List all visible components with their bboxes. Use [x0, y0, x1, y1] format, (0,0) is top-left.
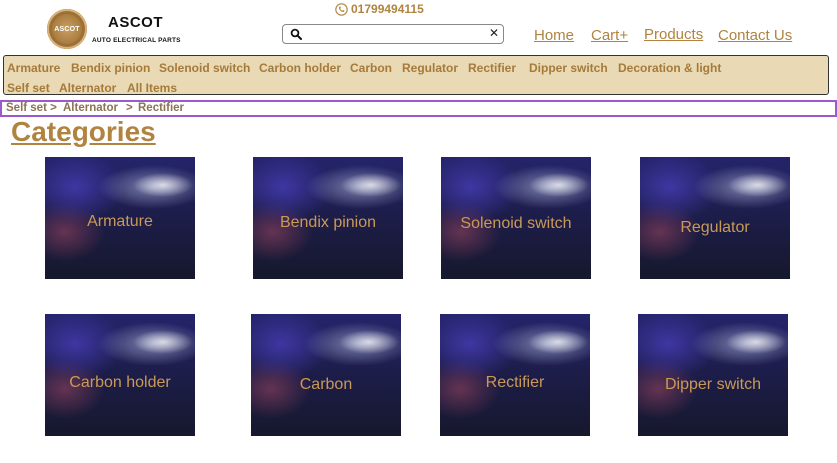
- category-card[interactable]: Carbon: [251, 314, 401, 436]
- nav-products[interactable]: Products: [644, 26, 703, 43]
- nav-contact[interactable]: Contact Us: [718, 27, 792, 44]
- category-card[interactable]: Bendix pinion: [253, 157, 403, 279]
- category-card-label: Regulator: [680, 219, 750, 236]
- category-link[interactable]: Alternator: [59, 81, 116, 95]
- category-link[interactable]: Decoration & light: [618, 61, 721, 75]
- category-link[interactable]: Dipper switch: [529, 61, 608, 75]
- category-link[interactable]: Self set: [7, 81, 50, 95]
- breadcrumb-alternator[interactable]: Alternator: [63, 102, 118, 114]
- category-card-label: Armature: [87, 213, 153, 230]
- category-card-label: Solenoid switch: [460, 215, 572, 232]
- category-card[interactable]: Armature: [45, 157, 195, 279]
- logo-text: ASCOT: [54, 25, 80, 33]
- category-card-label: Carbon: [299, 376, 353, 393]
- nav-home[interactable]: Home: [534, 27, 574, 44]
- category-bar: Armature Bendix pinion Solenoid switch C…: [3, 55, 829, 95]
- category-link[interactable]: Rectifier: [468, 61, 516, 75]
- category-card-label: Rectifier: [485, 374, 545, 391]
- category-card[interactable]: Dipper switch: [638, 314, 788, 436]
- category-card-label: Dipper switch: [664, 376, 762, 393]
- category-card[interactable]: Regulator: [640, 157, 790, 279]
- breadcrumb: Self set > Alternator > Rectifier: [0, 100, 837, 117]
- search-input[interactable]: [307, 26, 487, 42]
- category-card[interactable]: Carbon holder: [45, 314, 195, 436]
- category-link[interactable]: Solenoid switch: [159, 61, 250, 75]
- search-box[interactable]: ✕: [282, 24, 504, 44]
- brand-name: ASCOT: [108, 14, 163, 31]
- brand-logo[interactable]: ASCOT: [47, 9, 87, 49]
- category-link[interactable]: Carbon: [350, 61, 392, 75]
- category-card-label: Carbon holder: [69, 374, 171, 391]
- phone-contact[interactable]: 01799494115: [335, 2, 424, 16]
- category-link[interactable]: Bendix pinion: [71, 61, 150, 75]
- brand-subtitle: AUTO ELECTRICAL PARTS: [92, 37, 181, 44]
- nav-cart[interactable]: Cart+: [591, 27, 628, 44]
- breadcrumb-rectifier: Rectifier: [138, 102, 185, 114]
- category-card[interactable]: Rectifier: [440, 314, 590, 436]
- category-card[interactable]: Solenoid switch: [441, 157, 591, 279]
- breadcrumb-self-set[interactable]: Self set >: [6, 102, 57, 114]
- breadcrumb-separator: >: [126, 102, 133, 114]
- category-link[interactable]: Carbon holder: [259, 61, 341, 75]
- search-icon[interactable]: [290, 28, 302, 40]
- clear-icon[interactable]: ✕: [489, 26, 499, 40]
- phone-number: 01799494115: [351, 2, 424, 16]
- category-link[interactable]: Armature: [7, 61, 60, 75]
- page-title: Categories: [11, 116, 156, 147]
- category-link[interactable]: All Items: [127, 81, 177, 95]
- category-card-label: Bendix pinion: [279, 214, 377, 231]
- category-link[interactable]: Regulator: [402, 61, 458, 75]
- phone-icon: [335, 2, 348, 16]
